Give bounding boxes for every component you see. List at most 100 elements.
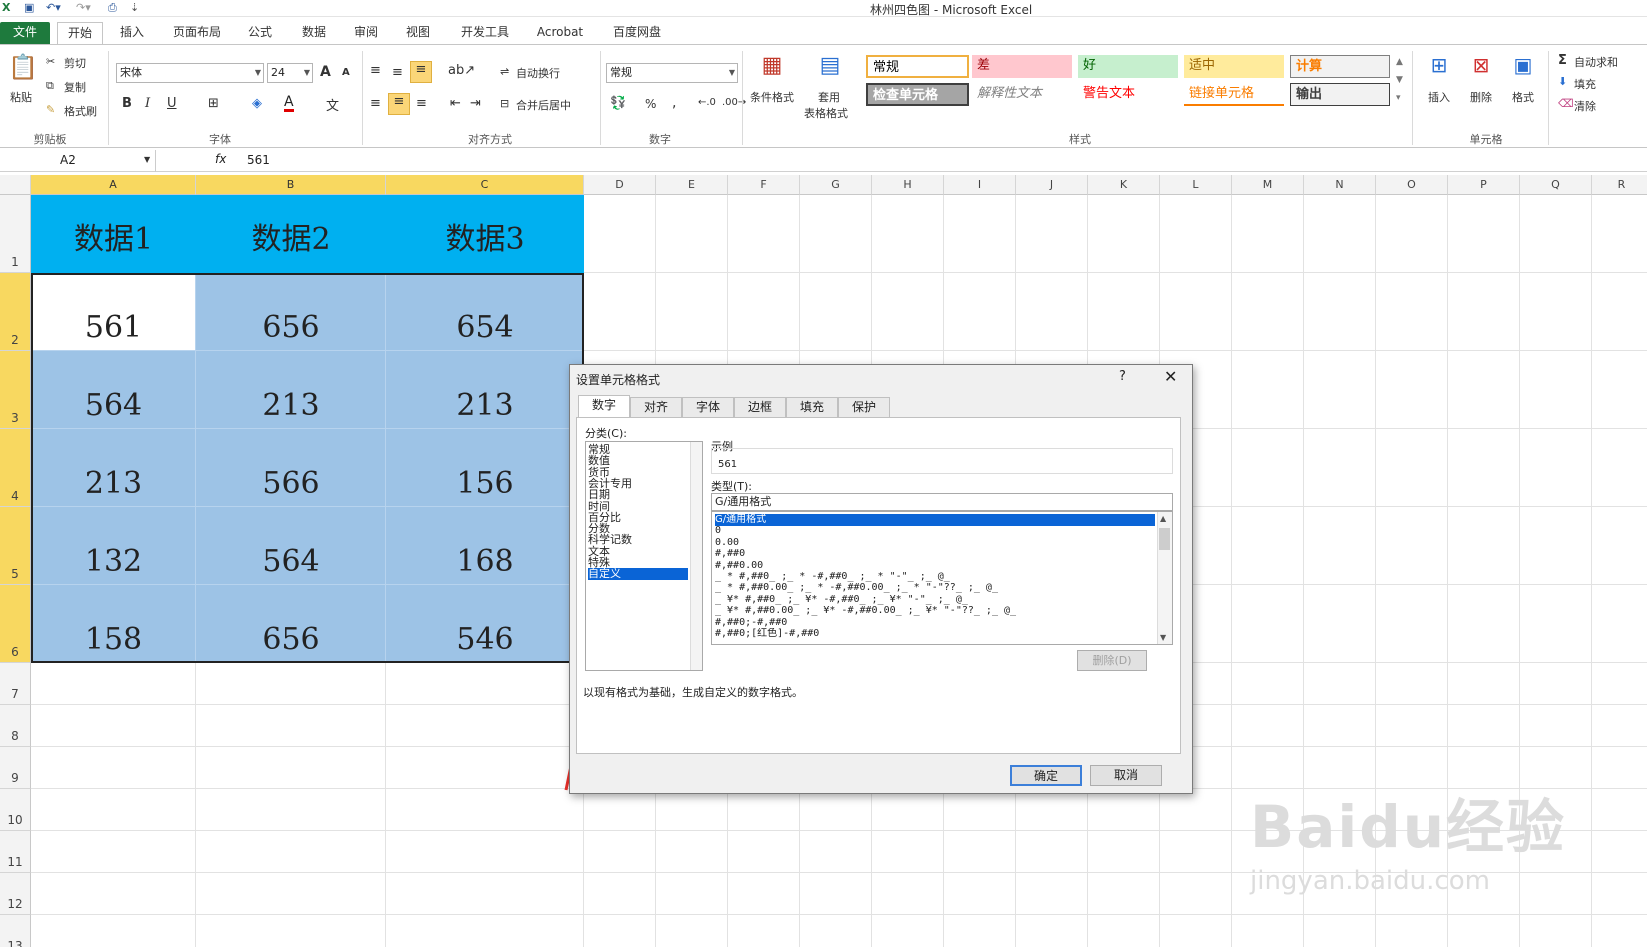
data-cell[interactable]: 158 <box>31 625 196 655</box>
data-cell[interactable]: 156 <box>386 469 584 499</box>
formula-input[interactable]: 561 <box>247 153 270 167</box>
format-as-table-button-line2[interactable]: 表格格式 <box>804 105 848 121</box>
decrease-indent-icon[interactable]: ⇤ <box>450 96 461 111</box>
type-item[interactable]: #,##0.00 <box>715 560 1155 572</box>
font-size-combo[interactable]: 24 ▼ <box>267 63 313 83</box>
shrink-font-button[interactable]: A <box>342 67 350 78</box>
italic-button[interactable]: I <box>145 96 150 111</box>
dialog-tab-border[interactable]: 边框 <box>734 397 786 417</box>
data-cell[interactable]: 213 <box>386 391 584 421</box>
tab-home[interactable]: 开始 <box>57 22 103 44</box>
styles-more-icon[interactable]: ▾ <box>1396 93 1401 103</box>
tab-formulas[interactable]: 公式 <box>240 22 280 44</box>
number-format-combo[interactable]: 常规 ▼ <box>606 63 738 83</box>
dialog-tab-fill[interactable]: 填充 <box>786 397 838 417</box>
row-header-10[interactable]: 10 <box>0 789 31 831</box>
close-button[interactable]: ✕ <box>1164 367 1177 386</box>
category-scrollbar[interactable] <box>690 442 702 670</box>
save-icon[interactable]: ▣ <box>24 1 34 15</box>
row-header-12[interactable]: 12 <box>0 873 31 915</box>
column-header-g[interactable]: G <box>800 175 872 195</box>
scroll-thumb[interactable] <box>1159 528 1170 550</box>
type-scrollbar[interactable]: ▲ ▼ <box>1157 512 1172 644</box>
phonetic-icon[interactable]: 文 <box>326 95 339 114</box>
style-output[interactable]: 输出 <box>1290 83 1390 106</box>
paste-icon[interactable]: 📋 <box>8 53 38 85</box>
row-header-11[interactable]: 11 <box>0 831 31 873</box>
bold-button[interactable]: B <box>122 96 132 111</box>
align-top-icon[interactable]: ≡ <box>370 63 381 78</box>
increase-indent-icon[interactable]: ⇥ <box>470 96 481 111</box>
customize-qat-icon[interactable]: ⇣ <box>130 1 139 15</box>
paste-button[interactable]: 粘贴 <box>10 89 32 105</box>
scroll-down-icon[interactable]: ▼ <box>1160 633 1166 642</box>
row-header-3[interactable]: 3 <box>0 351 31 429</box>
style-warning[interactable]: 警告文本 <box>1078 83 1178 106</box>
type-item[interactable]: #,##0 <box>715 548 1155 560</box>
align-center-icon[interactable]: ≡ <box>388 93 410 115</box>
select-all-corner[interactable] <box>0 175 31 195</box>
underline-button[interactable]: U <box>167 96 177 111</box>
conditional-format-button[interactable]: 条件格式 <box>750 89 794 105</box>
align-left-icon[interactable]: ≡ <box>370 96 381 111</box>
column-header-b[interactable]: B <box>196 175 386 195</box>
format-painter-button[interactable]: 格式刷 <box>64 103 97 119</box>
format-as-table-icon[interactable]: ▤ <box>814 53 846 83</box>
column-header-j[interactable]: J <box>1016 175 1088 195</box>
border-icon[interactable]: ⊞ <box>208 96 219 111</box>
row-header-9[interactable]: 9 <box>0 747 31 789</box>
data-cell[interactable]: 132 <box>31 547 196 577</box>
align-right-icon[interactable]: ≡ <box>416 96 427 111</box>
type-input[interactable]: G/通用格式 <box>711 493 1173 511</box>
type-item[interactable]: #,##0;-#,##0 <box>715 617 1155 629</box>
font-name-combo[interactable]: 宋体 ▼ <box>116 63 264 83</box>
data-cell[interactable]: 656 <box>196 625 386 655</box>
column-header-p[interactable]: P <box>1448 175 1520 195</box>
data-cell[interactable]: 213 <box>31 469 196 499</box>
percent-button[interactable]: % <box>645 97 656 111</box>
comma-button[interactable]: , <box>672 95 676 111</box>
type-item[interactable]: _ * #,##0.00_ ;_ * -#,##0.00_ ;_ * "-"??… <box>715 582 1155 594</box>
orientation-icon[interactable]: ab↗ <box>448 63 475 78</box>
type-item[interactable]: G/通用格式 <box>715 514 1155 526</box>
column-header-a[interactable]: A <box>31 175 196 195</box>
delete-format-button[interactable]: 删除(D) <box>1077 650 1147 671</box>
column-header-m[interactable]: M <box>1232 175 1304 195</box>
style-linked-cell[interactable]: 链接单元格 <box>1184 83 1284 106</box>
data-cell[interactable]: 561 <box>31 313 196 343</box>
style-normal[interactable]: 常规 <box>866 55 969 78</box>
category-list[interactable]: 常规 数值 货币 会计专用 日期 时间 百分比 分数 科学记数 文本 特殊 自定义 <box>585 441 703 671</box>
row-header-8[interactable]: 8 <box>0 705 31 747</box>
clear-button[interactable]: 清除 <box>1574 98 1596 114</box>
tab-file[interactable]: 文件 <box>0 22 50 44</box>
format-cells-icon[interactable]: ▣ <box>1508 53 1538 83</box>
tab-acrobat[interactable]: Acrobat <box>530 22 590 44</box>
column-header-n[interactable]: N <box>1304 175 1376 195</box>
style-good[interactable]: 好 <box>1078 55 1178 78</box>
tab-view[interactable]: 视图 <box>398 22 438 44</box>
insert-function-button[interactable]: fx <box>215 152 226 166</box>
tab-baidu-netdisk[interactable]: 百度网盘 <box>604 22 670 44</box>
type-item[interactable]: _ * #,##0_ ;_ * -#,##0_ ;_ * "-"_ ;_ @_ <box>715 571 1155 583</box>
tab-review[interactable]: 审阅 <box>346 22 386 44</box>
row-header-1[interactable]: 1 <box>0 195 31 273</box>
align-middle-icon[interactable]: ≡ <box>392 65 403 80</box>
row-header-4[interactable]: 4 <box>0 429 31 507</box>
header-cell[interactable]: 数据2 <box>196 225 386 255</box>
cancel-button[interactable]: 取消 <box>1090 765 1162 786</box>
column-header-l[interactable]: L <box>1160 175 1232 195</box>
tab-page-layout[interactable]: 页面布局 <box>166 22 228 44</box>
type-item[interactable]: _ ¥* #,##0_ ;_ ¥* -#,##0_ ;_ ¥* "-"_ ;_ … <box>715 594 1155 606</box>
data-cell[interactable]: 564 <box>196 547 386 577</box>
header-cell[interactable]: 数据3 <box>386 225 584 255</box>
data-cell[interactable]: 656 <box>196 313 386 343</box>
name-box[interactable]: A2 <box>0 150 156 172</box>
dialog-tab-font[interactable]: 字体 <box>682 397 734 417</box>
data-cell[interactable]: 564 <box>31 391 196 421</box>
column-header-f[interactable]: F <box>728 175 800 195</box>
data-cell[interactable]: 654 <box>386 313 584 343</box>
column-header-o[interactable]: O <box>1376 175 1448 195</box>
tab-insert[interactable]: 插入 <box>112 22 152 44</box>
ok-button[interactable]: 确定 <box>1010 765 1082 786</box>
dialog-tab-number[interactable]: 数字 <box>578 395 630 418</box>
